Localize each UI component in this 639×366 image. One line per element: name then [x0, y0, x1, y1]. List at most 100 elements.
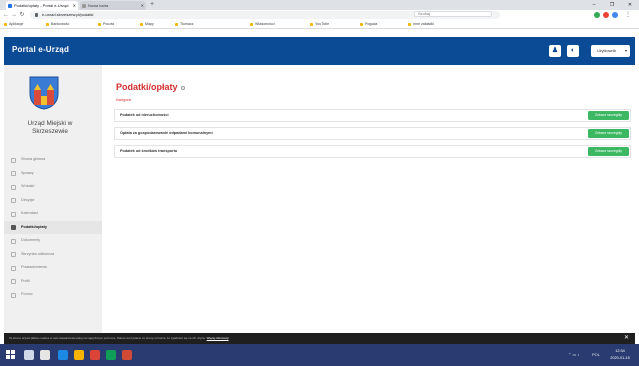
help-icon [11, 292, 16, 298]
bookmark-item[interactable]: Poczta [98, 20, 114, 29]
details-button[interactable]: Zobacz szczegóły [588, 147, 629, 156]
bookmark-item[interactable]: Tłumacz [175, 20, 194, 29]
document-icon [11, 184, 16, 190]
lock-icon [35, 13, 38, 17]
details-button[interactable]: Zobacz szczegóły [588, 129, 629, 138]
category-label[interactable]: Kategorie [116, 98, 131, 102]
cookie-banner: Ta strona używa plików cookies w celu św… [4, 333, 635, 344]
tray-icons[interactable]: ⌃ ▭ ♪ [568, 344, 579, 366]
browser-tab-active[interactable]: Podatki/opłaty - Portal e-Urząd ✕ [6, 1, 78, 10]
sidebar-item-profile[interactable]: Profil [4, 275, 102, 289]
browser-tab[interactable]: Nowa karta ✕ [80, 1, 146, 10]
cookie-message: Ta strona używa plików cookies w celu św… [9, 336, 206, 340]
sidebar-item-label: Profil [21, 278, 30, 283]
sidebar-item-cases[interactable]: Sprawy [4, 167, 102, 181]
sidebar-item-calendar[interactable]: Kalendarz [4, 207, 102, 221]
chevron-down-icon: ▾ [624, 48, 627, 53]
language-indicator[interactable]: POL [592, 344, 600, 366]
contrast-icon[interactable]: ◐ [567, 45, 579, 57]
close-tab-icon[interactable]: ✕ [73, 1, 76, 10]
sidebar-item-taxes[interactable]: Podatki/opłaty [4, 220, 102, 234]
bookmarks-bar: Aplikacje Bankowość Poczta Mapy Tłumacz … [0, 20, 639, 29]
sidebar-item-label: Powiadomienia [21, 265, 47, 269]
calendar-icon [11, 211, 16, 217]
inbox-icon [11, 252, 16, 257]
details-button[interactable]: Zobacz szczegóły [588, 111, 629, 120]
minimize-icon[interactable]: – [585, 0, 603, 10]
windows-start-icon[interactable] [6, 350, 16, 360]
sidebar-nav: Strona główna Sprawy Wnioski Decyzje Kal… [4, 153, 102, 302]
user-menu-button[interactable]: Użytkownik ▾ [591, 45, 630, 57]
tax-name: Podatek od środków transportu [120, 149, 178, 153]
app-icon[interactable] [122, 350, 132, 360]
sidebar-item-label: Wnioski [21, 184, 35, 188]
search-icon[interactable] [24, 350, 34, 360]
list-item: Podatek od środków transportu Zobacz szc… [114, 145, 631, 158]
sidebar-item-decisions[interactable]: Decyzje [4, 194, 102, 208]
store-icon[interactable] [106, 350, 116, 360]
close-tab-icon[interactable]: ✕ [141, 1, 144, 10]
sidebar-item-label: Podatki/opłaty [21, 224, 47, 229]
reload-icon[interactable]: ↻ [18, 11, 26, 19]
sidebar-item-label: Dokumenty [21, 238, 41, 242]
address-bar: ← → ↻ e-urzad.skrzeszew.pl/podatki Szuka… [0, 10, 639, 20]
favicon-icon [82, 4, 86, 8]
sidebar-item-documents[interactable]: Dokumenty [4, 234, 102, 248]
stamp-icon [11, 198, 16, 203]
user-icon[interactable]: ♟ [549, 45, 561, 57]
sidebar-item-home[interactable]: Strona główna [4, 153, 102, 167]
bookmark-item[interactable]: Aplikacje [4, 20, 23, 29]
sidebar-item-label: Decyzje [21, 197, 35, 202]
back-icon[interactable]: ← [2, 11, 10, 19]
money-icon [11, 225, 16, 230]
maximize-icon[interactable]: ❐ [603, 0, 621, 10]
browser-tab-title: Podatki/opłaty - Portal e-Urząd [14, 3, 69, 8]
extension-icon[interactable] [603, 12, 609, 18]
cookie-text: Ta strona używa plików cookies w celu św… [9, 333, 228, 344]
bookmark-item[interactable]: YouTube [310, 20, 329, 29]
sidebar-item-applications[interactable]: Wnioski [4, 180, 102, 194]
clock-time: 12:34 [615, 349, 625, 353]
edge-icon[interactable] [58, 350, 68, 360]
bookmark-item[interactable]: Bankowość [46, 20, 69, 29]
menu-icon[interactable]: ⋮ [624, 11, 632, 19]
files-icon [11, 238, 16, 244]
close-icon[interactable]: ✕ [624, 335, 629, 342]
bookmark-item[interactable]: Wiadomości [250, 20, 275, 29]
browser-tab-title: Nowa karta [88, 3, 109, 8]
url-text: e-urzad.skrzeszew.pl/podatki [42, 12, 94, 17]
clock[interactable]: 12:34 2020-01-15 [606, 348, 634, 362]
task-view-icon[interactable] [40, 350, 50, 360]
brand-title[interactable]: Portal e-Urząd [12, 45, 69, 54]
list-item: Podatek od nieruchomości Zobacz szczegół… [114, 109, 631, 122]
info-icon[interactable] [180, 85, 185, 90]
app-header: Portal e-Urząd ♟ ◐ Użytkownik ▾ [4, 37, 635, 65]
folder-icon[interactable] [74, 350, 84, 360]
bell-icon [11, 265, 16, 271]
extension-icon[interactable] [612, 12, 618, 18]
new-tab-icon[interactable]: + [150, 1, 154, 9]
user-menu-label: Użytkownik [597, 49, 617, 53]
favicon-icon [8, 4, 12, 8]
cookie-more-link[interactable]: Więcej informacji [207, 336, 229, 340]
sidebar: Urząd Miejski w Skrzeszewie Strona główn… [4, 65, 102, 333]
browser-search-input[interactable]: Szukaj [414, 11, 492, 17]
sidebar-item-label: Sprawy [21, 170, 34, 175]
browser-tab-strip: Podatki/opłaty - Portal e-Urząd ✕ Nowa k… [0, 0, 639, 10]
user-icon [11, 279, 16, 284]
extension-icon[interactable] [594, 12, 600, 18]
forward-icon[interactable]: → [10, 11, 18, 19]
chrome-icon[interactable] [90, 350, 100, 360]
bookmark-item[interactable]: Inne zakładki [408, 20, 434, 29]
tax-list: Podatek od nieruchomości Zobacz szczegół… [114, 109, 631, 163]
bookmark-item[interactable]: Mapy [140, 20, 154, 29]
bookmark-item[interactable]: Pogoda [360, 20, 377, 29]
close-window-icon[interactable]: ✕ [621, 0, 639, 10]
list-item: Opłata za gospodarowanie odpadami komuna… [114, 127, 631, 140]
sidebar-item-inbox[interactable]: Skrzynka odbiorcza [4, 248, 102, 262]
main-content: Podatki/opłaty Kategorie Podatek od nier… [102, 65, 635, 333]
sidebar-item-notifications[interactable]: Powiadomienia [4, 261, 102, 275]
sidebar-item-help[interactable]: Pomoc [4, 288, 102, 302]
sidebar-item-label: Skrzynka odbiorcza [21, 251, 55, 256]
office-name: Urząd Miejski w Skrzeszewie [27, 120, 73, 135]
